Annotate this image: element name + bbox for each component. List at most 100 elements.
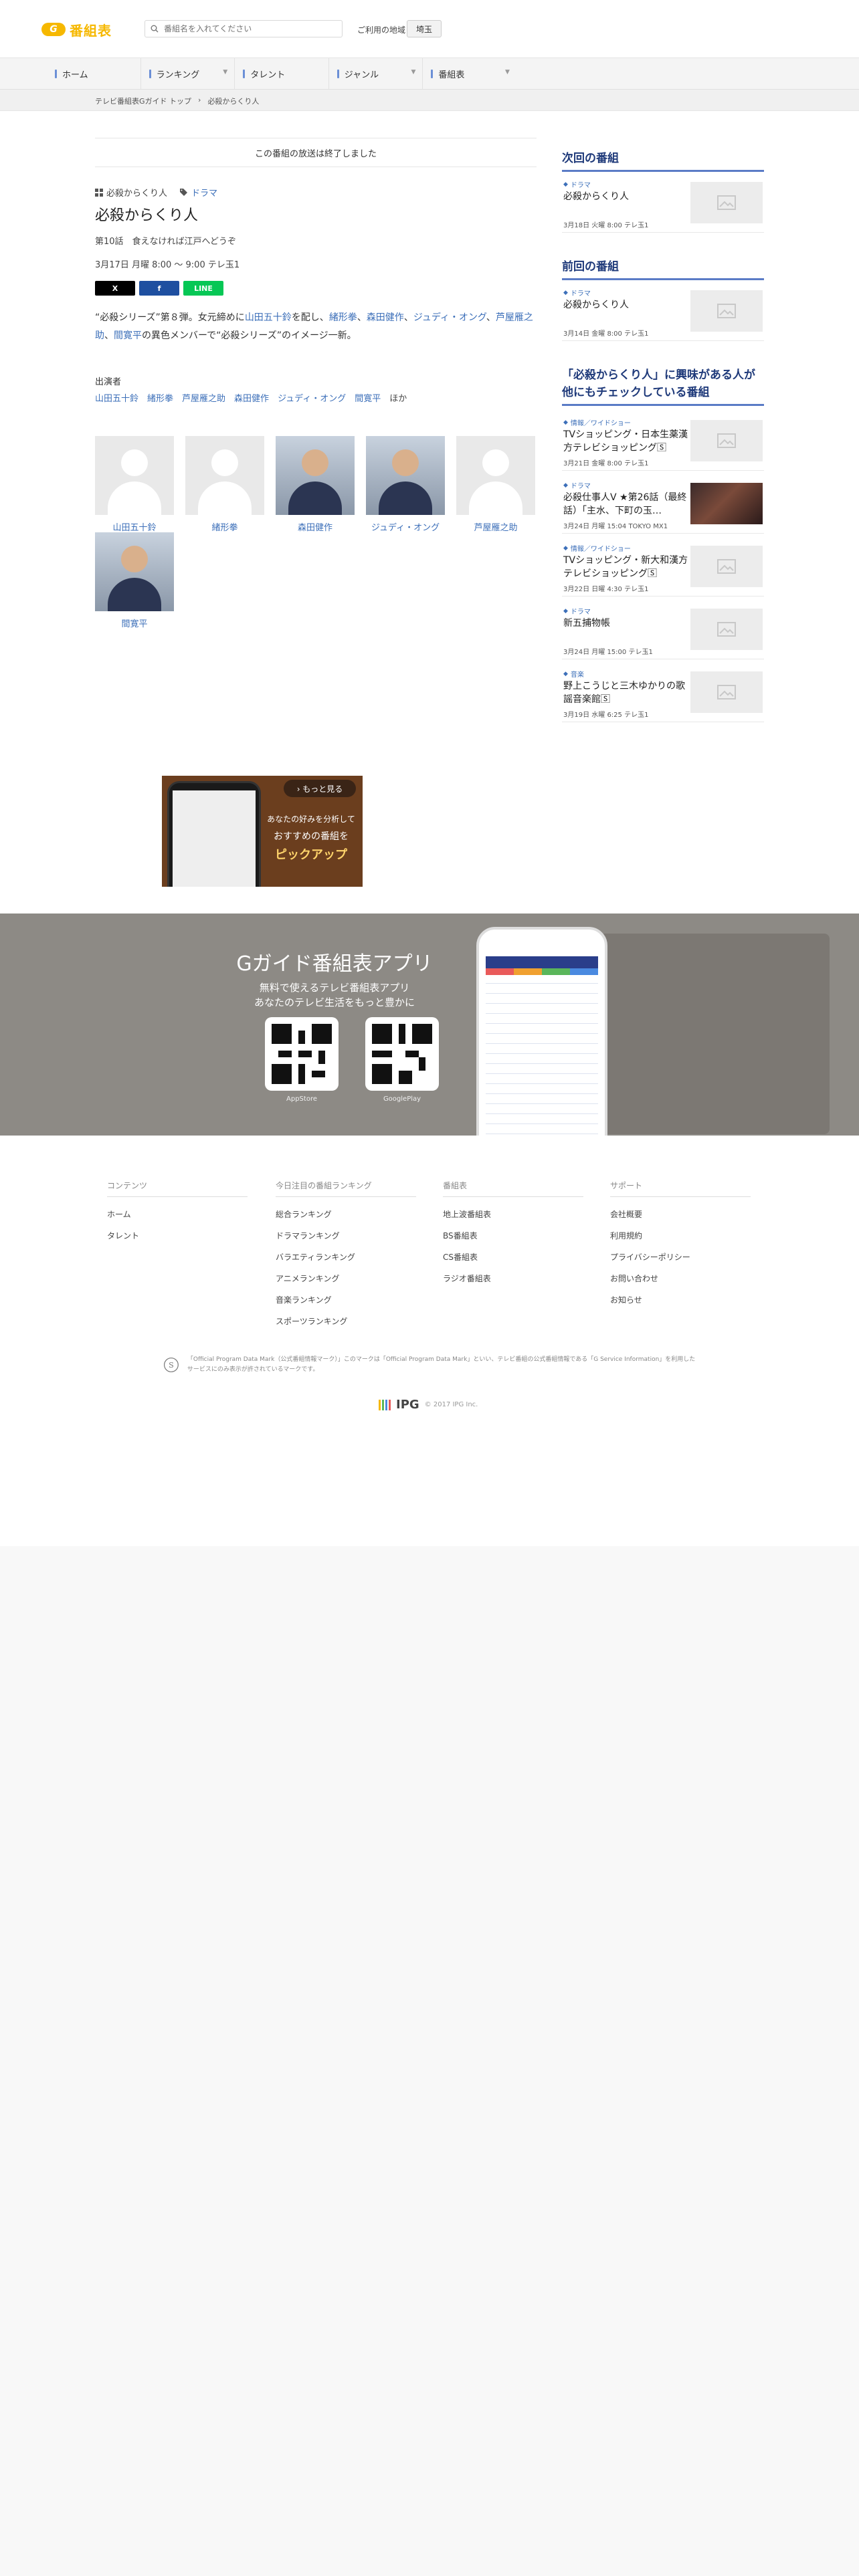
banner-copy-line3: ピックアップ (275, 848, 347, 862)
tag-icon: ◆ (563, 481, 568, 489)
program-thumbnail (690, 420, 763, 461)
footer-link[interactable]: 総合ランキング (276, 1204, 416, 1225)
share-line-button[interactable]: LINE (183, 281, 223, 296)
image-placeholder-icon (717, 433, 736, 448)
site-header: G 番組表 ご利用の地域 埼玉 (0, 0, 859, 58)
cast-name-link[interactable]: 森田健作 (234, 391, 269, 404)
googleplay-qr[interactable] (365, 1017, 439, 1091)
search-input[interactable] (164, 24, 324, 33)
description-text: の異色メンバーで“必殺シリーズ”のイメージ一新。 (142, 330, 357, 341)
cast-card[interactable]: 間寛平 (95, 532, 174, 629)
related-program-item[interactable]: ◆ 音楽 野上こうじと三木ゆかりの歌謡音楽館🅂 3月19日 水曜 6:25 テレ玉1 (562, 661, 764, 722)
nav-item-1[interactable]: ランキング ▼ (141, 58, 235, 89)
footer-link[interactable]: CS番組表 (443, 1247, 583, 1268)
footer-link[interactable]: アニメランキング (276, 1268, 416, 1289)
genre-label: ◆ ドラマ (563, 179, 591, 190)
cast-card[interactable]: 森田健作 (276, 436, 355, 533)
description-cast-link[interactable]: 山田五十鈴 (245, 312, 292, 323)
cast-name-link[interactable]: 芦屋雁之助 (182, 391, 225, 404)
nav-item-3[interactable]: ジャンル ▼ (329, 58, 423, 89)
portrait-body (379, 481, 432, 515)
description-cast-link[interactable]: ジュディ・オング (413, 312, 486, 323)
footer-link[interactable]: ホーム (107, 1204, 248, 1225)
prev-program-heading: 前回の番組 (562, 258, 764, 280)
cast-name-link[interactable]: 緒形拳 (147, 391, 173, 404)
cast-name-link[interactable]: ジュディ・オング (278, 391, 346, 404)
description-cast-link[interactable]: 森田健作 (367, 312, 404, 323)
genre-text: 情報／ワイドショー (570, 546, 631, 553)
footer-link[interactable]: ラジオ番組表 (443, 1268, 583, 1289)
footer-link[interactable]: スポーツランキング (276, 1311, 416, 1332)
copyright: © 2017 IPG Inc. (424, 1401, 478, 1408)
appstore-qr[interactable] (265, 1017, 339, 1091)
search-box[interactable] (145, 20, 343, 37)
footer-column-heading: サポート (610, 1180, 751, 1197)
footer-link[interactable]: お問い合わせ (610, 1268, 751, 1289)
app-promo-banner[interactable]: › もっと見る あなたの好みを分析して おすすめの番組を ピックアップ (162, 776, 363, 887)
footer-link[interactable]: プライバシーポリシー (610, 1247, 751, 1268)
footer-link[interactable]: 地上波番組表 (443, 1204, 583, 1225)
tag-icon: ◆ (563, 289, 568, 296)
footer-link[interactable]: 利用規約 (610, 1225, 751, 1247)
chevron-down-icon: ▼ (505, 69, 510, 76)
banner-more-button[interactable]: › もっと見る (284, 780, 356, 797)
cast-card[interactable]: 芦屋雁之助 (456, 436, 535, 533)
footer-link[interactable]: ドラマランキング (276, 1225, 416, 1247)
footer-link[interactable]: BS番組表 (443, 1225, 583, 1247)
nav-item-0[interactable]: ホーム (47, 58, 141, 89)
logo-text: 番組表 (70, 22, 112, 39)
nav-item-4[interactable]: 番組表 ▼ (423, 58, 516, 89)
logo-badge: G (41, 23, 66, 36)
program-item-date: 3月24日 月曜 15:04 TOKYO MX1 (563, 523, 668, 530)
footer-notice: S 「Official Program Data Mark（公式番組情報マーク）… (163, 1355, 696, 1375)
cast-name-link[interactable]: 間寛平 (355, 391, 381, 404)
series-tag[interactable]: 必殺からくり人 (95, 186, 167, 199)
cast-card[interactable]: 緒形拳 (185, 436, 264, 533)
genre-tag[interactable]: ドラマ (179, 186, 217, 199)
cast-section: 出演者 山田五十鈴 緒形拳 芦屋雁之助 森田健作 ジュディ・オング 間寛平 ほか (95, 374, 537, 404)
footer-link[interactable]: 音楽ランキング (276, 1289, 416, 1311)
googleplay-label: GooglePlay (383, 1095, 421, 1103)
footer-link[interactable]: 会社概要 (610, 1204, 751, 1225)
next-program-item[interactable]: ◆ ドラマ 必殺からくり人 3月18日 火曜 8:00 テレ玉1 (562, 171, 764, 233)
region-button[interactable]: 埼玉 (407, 20, 442, 37)
description-cast-link[interactable]: 緒形拳 (329, 312, 357, 323)
search-icon (151, 25, 159, 33)
image-placeholder-icon (717, 685, 736, 700)
program-item-title: 野上こうじと三木ゆかりの歌謡音楽館🅂 (563, 681, 685, 705)
cast-card[interactable]: ジュディ・オング (366, 436, 445, 533)
program-item-date: 3月24日 月曜 15:00 テレ玉1 (563, 649, 653, 656)
person-silhouette-head (121, 449, 148, 476)
ipg-logo-icon (379, 1399, 391, 1410)
svg-text:S: S (169, 1361, 174, 1370)
related-program-item[interactable]: ◆ 情報／ワイドショー TVショッピング・新大和漢方テレビショッピング🅂 3月22日 … (562, 535, 764, 597)
image-placeholder-icon (717, 304, 736, 318)
grid-icon (95, 188, 103, 197)
program-title: 必殺からくり人 (95, 207, 199, 224)
footer-link[interactable]: お知らせ (610, 1289, 751, 1311)
cast-card-name: 間寛平 (121, 619, 148, 629)
share-x-button[interactable]: X (95, 281, 135, 296)
site-logo[interactable]: G 番組表 (41, 20, 112, 39)
cast-others-label: ほか (389, 394, 407, 404)
portrait-head (302, 449, 328, 476)
share-facebook-button[interactable]: f (139, 281, 179, 296)
genre-label: ◆ 情報／ワイドショー (563, 543, 631, 554)
related-program-item[interactable]: ◆ 情報／ワイドショー TVショッピング・日本生薬漢方テレビショッピング🅂 3月21日… (562, 409, 764, 471)
related-program-item[interactable]: ◆ ドラマ 新五捕物帳 3月24日 月曜 15:00 テレ玉1 (562, 598, 764, 659)
program-item-date: 3月14日 金曜 8:00 テレ玉1 (563, 330, 649, 338)
cast-name-link[interactable]: 山田五十鈴 (95, 391, 138, 404)
nav-item-label: ジャンル (344, 70, 379, 80)
prev-program-item[interactable]: ◆ ドラマ 必殺からくり人 3月14日 金曜 8:00 テレ玉1 (562, 280, 764, 341)
breadcrumb-top-link[interactable]: テレビ番組表Gガイド トップ (95, 96, 191, 106)
description-cast-link[interactable]: 間寛平 (114, 330, 142, 341)
program-item-title: TVショッピング・新大和漢方テレビショッピング🅂 (563, 555, 688, 579)
related-program-item[interactable]: ◆ ドラマ 必殺仕事人Ⅴ ★第26話（最終話）「主水、下町の玉… 3月24日 月曜 1… (562, 472, 764, 534)
nav-item-2[interactable]: タレント (235, 58, 329, 89)
series-tag-label: 必殺からくり人 (106, 189, 168, 199)
banner-phone-screen (173, 790, 256, 887)
program-thumbnail (690, 483, 763, 524)
footer-link[interactable]: バラエティランキング (276, 1247, 416, 1268)
cast-card[interactable]: 山田五十鈴 (95, 436, 174, 533)
footer-link[interactable]: タレント (107, 1225, 248, 1247)
